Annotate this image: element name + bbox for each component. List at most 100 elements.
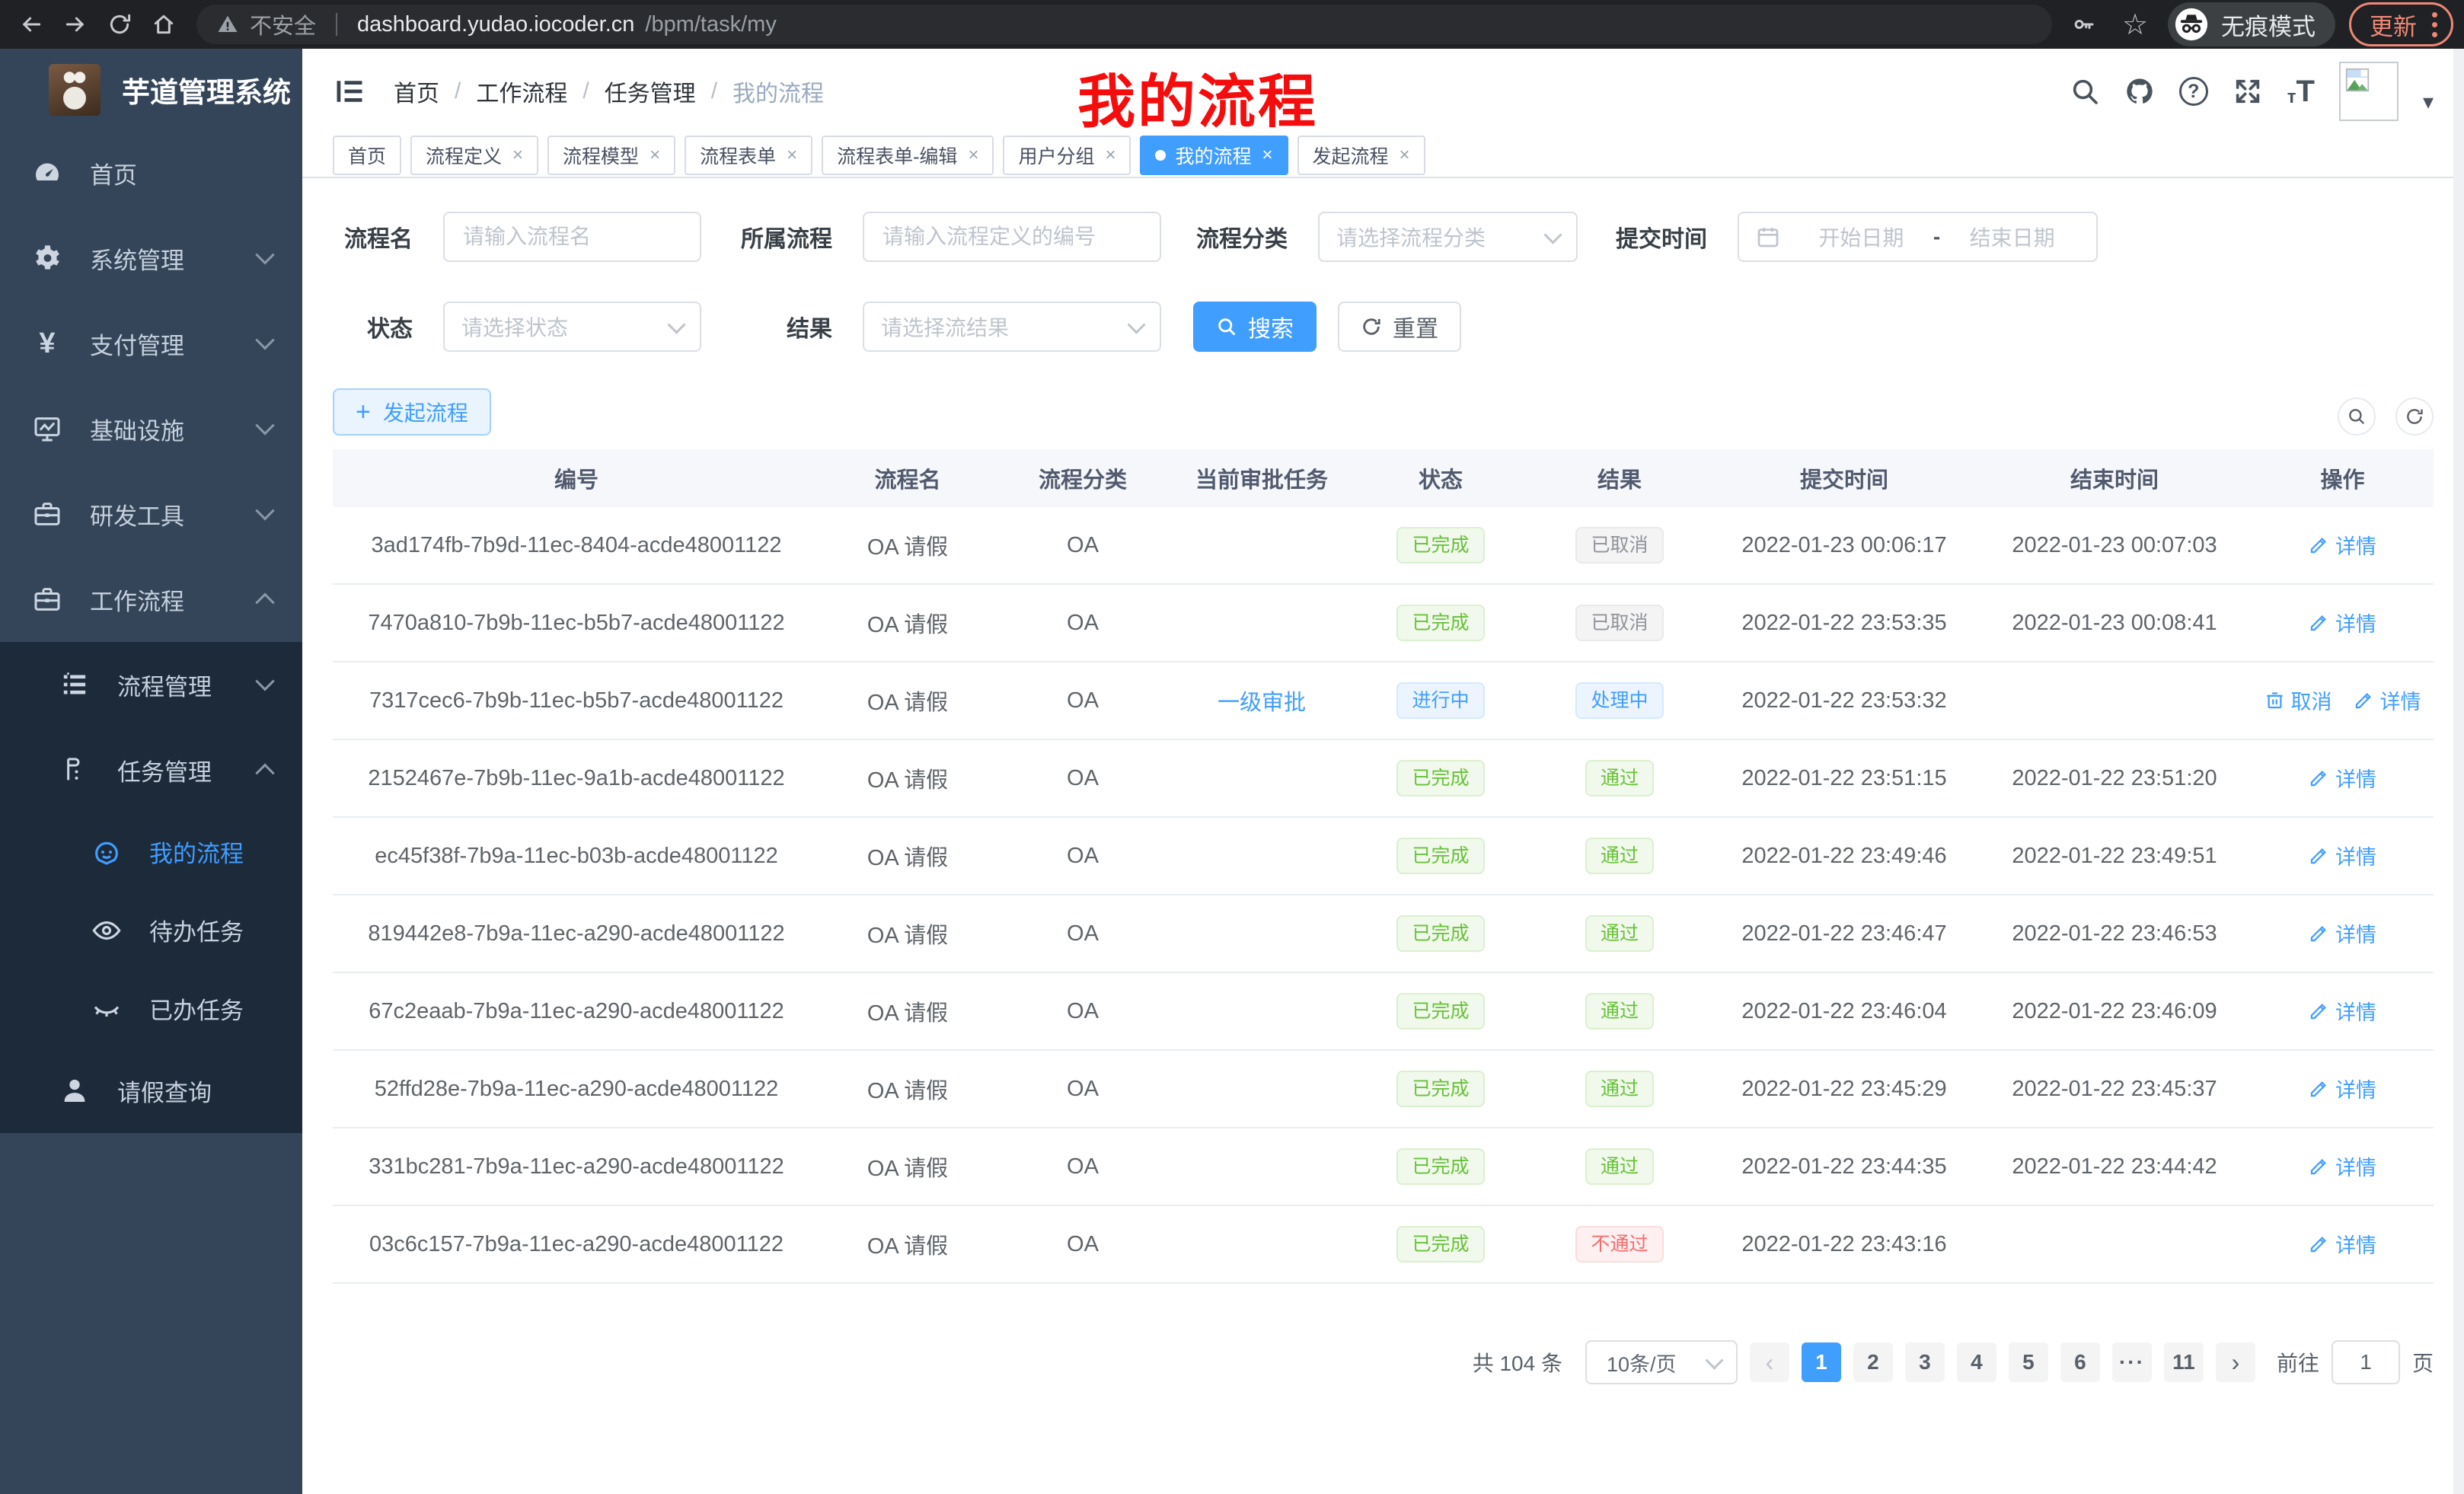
page-button-6[interactable]: 6 (2060, 1342, 2100, 1382)
close-icon[interactable]: × (787, 145, 797, 166)
cancel-action-link[interactable]: 取消 (2265, 685, 2332, 715)
tab-process-form-edit[interactable]: 流程表单-编辑× (822, 136, 994, 175)
filter-result-select[interactable]: 请选择流结果 (863, 302, 1161, 352)
breadcrumb-item[interactable]: 工作流程 (476, 75, 567, 108)
sidebar-item-my-process[interactable]: 我的流程 (0, 812, 302, 891)
filter-daterange-input[interactable]: 开始日期 - 结束日期 (1738, 212, 2098, 262)
close-icon[interactable]: × (1400, 145, 1410, 166)
avatar-caret-icon[interactable]: ▾ (2423, 89, 2434, 114)
goto-page-input[interactable] (2332, 1340, 2400, 1384)
toggle-search-button[interactable] (2338, 397, 2376, 436)
cell-result: 通过 (1528, 1050, 1711, 1128)
detail-action-link[interactable]: 详情 (2309, 918, 2376, 948)
chevron-down-icon (1705, 1351, 1723, 1369)
address-bar[interactable]: 不安全 dashboard.yudao.iocoder.cn/bpm/task/… (196, 5, 2052, 44)
sidebar-item-task-management[interactable]: 任务管理 (0, 727, 302, 812)
app-title: 芋道管理系统 (122, 69, 291, 110)
breadcrumb-item[interactable]: 任务管理 (605, 75, 696, 108)
tab-user-group[interactable]: 用户分组× (1003, 136, 1131, 175)
filter-status-select[interactable]: 请选择状态 (443, 302, 701, 352)
detail-action-link[interactable]: 详情 (2309, 608, 2376, 637)
cell-end-time: 2022-01-23 00:08:41 (1977, 584, 2252, 662)
cell-category: OA (995, 662, 1170, 739)
cell-process-name: OA 请假 (820, 584, 995, 662)
sidebar-item-leave-query[interactable]: 请假查询 (0, 1048, 302, 1133)
tab-process-definition[interactable]: 流程定义× (410, 136, 538, 175)
page-button-1[interactable]: 1 (1802, 1342, 1841, 1382)
pagination-ellipsis[interactable]: ··· (2112, 1342, 2152, 1382)
page-button-4[interactable]: 4 (1957, 1342, 1996, 1382)
sidebar-item-process-management[interactable]: 流程管理 (0, 642, 302, 727)
gear-icon (30, 241, 64, 275)
close-icon[interactable]: × (1105, 145, 1116, 166)
tab-start-process[interactable]: 发起流程× (1297, 136, 1425, 175)
tab-my-process[interactable]: 我的流程× (1140, 136, 1288, 175)
detail-action-link[interactable]: 详情 (2309, 1151, 2376, 1181)
bookmark-star-icon[interactable]: ☆ (2116, 5, 2154, 43)
cell-status: 已完成 (1353, 1205, 1528, 1283)
detail-action-link[interactable]: 详情 (2309, 1229, 2376, 1259)
filter-definition-input[interactable] (863, 212, 1161, 262)
page-size-select[interactable]: 10条/页 (1585, 1340, 1738, 1384)
detail-action-link[interactable]: 详情 (2309, 530, 2376, 560)
sidebar-item-devtools[interactable]: 研发工具 (0, 471, 302, 557)
sidebar-item-payment[interactable]: ¥支付管理 (0, 301, 302, 386)
detail-action-link[interactable]: 详情 (2309, 996, 2376, 1026)
filter-name-input[interactable] (443, 212, 701, 262)
sidebar-item-system[interactable]: 系统管理 (0, 215, 302, 301)
sidebar-item-done-tasks[interactable]: 已办任务 (0, 969, 302, 1048)
search-icon[interactable] (2070, 76, 2100, 107)
detail-action-link[interactable]: 详情 (2354, 685, 2421, 715)
filter-category-select[interactable]: 请选择流程分类 (1318, 212, 1578, 262)
fullscreen-icon[interactable] (2233, 76, 2263, 107)
avatar[interactable] (2339, 62, 2399, 121)
back-icon[interactable] (11, 4, 52, 45)
key-icon[interactable] (2064, 5, 2102, 43)
menu-dots-icon[interactable] (2432, 12, 2437, 37)
page-button-5[interactable]: 5 (2009, 1342, 2048, 1382)
task-link[interactable]: 一级审批 (1218, 691, 1306, 715)
tab-process-model[interactable]: 流程模型× (547, 136, 675, 175)
cell-category: OA (995, 739, 1170, 817)
logo-row[interactable]: 芋道管理系统 (0, 49, 302, 130)
forward-icon[interactable] (55, 4, 96, 45)
cell-process-name: OA 请假 (820, 1050, 995, 1128)
help-icon[interactable]: ? (2179, 77, 2208, 106)
sidebar-item-workflow[interactable]: 工作流程 (0, 557, 302, 642)
github-icon[interactable] (2124, 76, 2155, 107)
close-icon[interactable]: × (1262, 145, 1273, 166)
detail-action-link[interactable]: 详情 (2309, 841, 2376, 870)
refresh-button[interactable] (2395, 397, 2434, 436)
page-scrollbar[interactable] (2453, 49, 2464, 1494)
search-button[interactable]: 搜索 (1193, 302, 1317, 352)
start-process-button[interactable]: + 发起流程 (333, 388, 491, 436)
detail-action-link[interactable]: 详情 (2309, 763, 2376, 793)
next-page-button[interactable]: › (2216, 1342, 2255, 1382)
close-icon[interactable]: × (968, 145, 978, 166)
sidebar-item-home[interactable]: 首页 (0, 130, 302, 215)
page-button-3[interactable]: 3 (1905, 1342, 1945, 1382)
cell-process-name: OA 请假 (820, 507, 995, 584)
tab-process-form[interactable]: 流程表单× (685, 136, 812, 175)
font-size-icon[interactable]: тT (2287, 76, 2315, 107)
update-button[interactable]: 更新 (2349, 2, 2453, 46)
page-button-2[interactable]: 2 (1853, 1342, 1893, 1382)
tab-home[interactable]: 首页 (333, 136, 401, 175)
table-row: 331bc281-7b9a-11ec-a290-acde48001122OA 请… (333, 1128, 2434, 1205)
reset-button[interactable]: 重置 (1338, 302, 1461, 352)
breadcrumb-item[interactable]: 首页 (394, 75, 439, 108)
page-button-11[interactable]: 11 (2164, 1342, 2204, 1382)
sidebar-item-infrastructure[interactable]: 基础设施 (0, 386, 302, 471)
reload-icon[interactable] (99, 4, 140, 45)
sidebar-item-todo-tasks[interactable]: 待办任务 (0, 891, 302, 969)
result-badge: 通过 (1585, 760, 1654, 796)
close-icon[interactable]: × (512, 145, 523, 166)
security-label: 不安全 (250, 8, 316, 40)
home-icon[interactable] (143, 4, 184, 45)
chevron-down-icon (1543, 225, 1562, 244)
detail-action-link[interactable]: 详情 (2309, 1074, 2376, 1103)
cell-process-name: OA 请假 (820, 1128, 995, 1205)
prev-page-button[interactable]: ‹ (1750, 1342, 1789, 1382)
close-icon[interactable]: × (650, 145, 660, 166)
collapse-sidebar-icon[interactable] (333, 75, 366, 108)
